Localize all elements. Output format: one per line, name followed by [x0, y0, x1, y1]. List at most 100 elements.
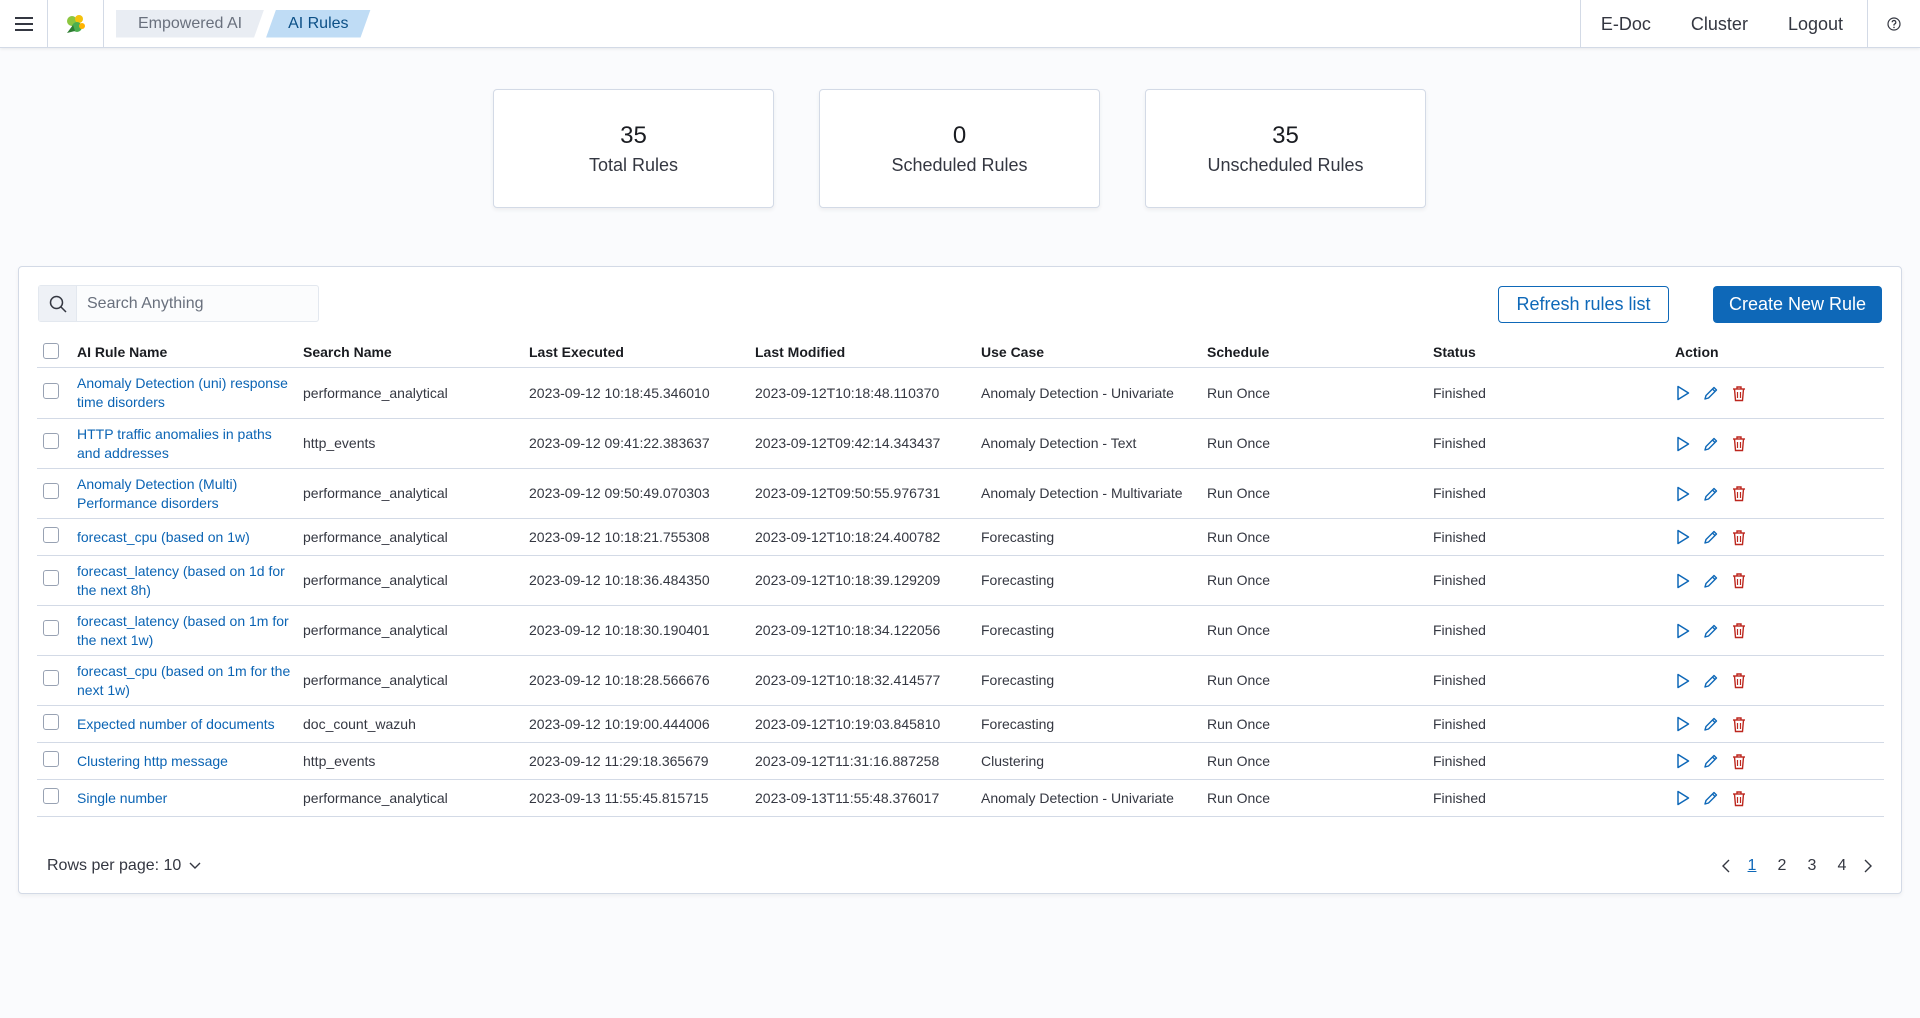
refresh-rules-button[interactable]: Refresh rules list	[1498, 286, 1669, 323]
edit-rule-button[interactable]	[1697, 788, 1725, 808]
prev-page-button[interactable]	[1715, 855, 1737, 877]
rule-name-link[interactable]: HTTP traffic anomalies in paths and addr…	[77, 425, 303, 463]
delete-rule-button[interactable]	[1725, 383, 1753, 403]
edit-rule-button[interactable]	[1697, 383, 1725, 403]
run-rule-button[interactable]	[1669, 434, 1697, 454]
column-header-search-name[interactable]: Search Name	[303, 343, 529, 362]
row-checkbox[interactable]	[43, 713, 59, 730]
page-2-button[interactable]: 2	[1767, 857, 1797, 875]
trash-icon	[1733, 385, 1745, 401]
delete-rule-button[interactable]	[1725, 434, 1753, 454]
column-header-status[interactable]: Status	[1433, 343, 1659, 362]
last-executed-cell: 2023-09-12 09:50:49.070303	[529, 485, 710, 501]
rule-name-link[interactable]: Single number	[77, 789, 303, 808]
delete-rule-button[interactable]	[1725, 621, 1753, 641]
run-rule-button[interactable]	[1669, 788, 1697, 808]
run-rule-button[interactable]	[1669, 527, 1697, 547]
rule-name-link[interactable]: Anomaly Detection (uni) response time di…	[77, 374, 303, 412]
row-checkbox[interactable]	[43, 382, 59, 399]
run-rule-button[interactable]	[1669, 751, 1697, 771]
run-rule-button[interactable]	[1669, 571, 1697, 591]
row-checkbox[interactable]	[43, 620, 59, 636]
rule-name-link[interactable]: Anomaly Detection (Multi) Performance di…	[77, 475, 303, 513]
column-header-ai-rule-name[interactable]: AI Rule Name	[77, 343, 303, 362]
column-header-schedule[interactable]: Schedule	[1207, 343, 1433, 362]
play-icon	[1677, 529, 1690, 545]
row-checkbox[interactable]	[43, 526, 59, 543]
row-checkbox[interactable]	[43, 433, 59, 449]
schedule-cell: Run Once	[1207, 435, 1271, 451]
row-checkbox[interactable]	[43, 670, 59, 686]
help-button[interactable]	[1868, 0, 1920, 48]
last-modified-cell: 2023-09-12T11:31:16.887258	[755, 752, 940, 769]
edit-rule-button[interactable]	[1697, 434, 1725, 454]
trash-icon	[1733, 790, 1745, 806]
column-header-use-case[interactable]: Use Case	[981, 343, 1207, 362]
delete-rule-button[interactable]	[1725, 751, 1753, 771]
delete-rule-button[interactable]	[1725, 571, 1753, 591]
row-checkbox[interactable]	[43, 483, 59, 499]
edit-rule-button[interactable]	[1697, 571, 1725, 591]
edit-rule-button[interactable]	[1697, 751, 1725, 771]
delete-rule-button[interactable]	[1725, 788, 1753, 808]
delete-rule-button[interactable]	[1725, 671, 1753, 691]
column-header-last-executed[interactable]: Last Executed	[529, 343, 755, 362]
nav-logout-link[interactable]: Logout	[1768, 14, 1867, 35]
page-3-button[interactable]: 3	[1797, 857, 1827, 875]
row-checkbox[interactable]	[43, 750, 59, 767]
column-header-last-modified[interactable]: Last Modified	[755, 343, 981, 362]
rule-name-link[interactable]: forecast_latency (based on 1d for the ne…	[77, 562, 303, 600]
rule-name-link[interactable]: forecast_cpu (based on 1w)	[77, 528, 303, 547]
page-4-button[interactable]: 4	[1827, 857, 1857, 875]
nav-edoc-link[interactable]: E-Doc	[1581, 14, 1671, 35]
chevron-down-icon	[189, 862, 201, 869]
next-page-button[interactable]	[1857, 855, 1879, 877]
delete-rule-button[interactable]	[1725, 714, 1753, 734]
action-cell	[1659, 484, 1884, 504]
row-checkbox-cell	[37, 713, 77, 735]
rule-name-link[interactable]: forecast_latency (based on 1m for the ne…	[77, 612, 303, 650]
hamburger-menu-button[interactable]	[0, 0, 48, 48]
table-row: forecast_latency (based on 1d for the ne…	[37, 556, 1884, 606]
create-new-rule-button[interactable]: Create New Rule	[1713, 286, 1882, 323]
search-name-cell: doc_count_wazuh	[303, 715, 416, 732]
use-case-cell: Forecasting	[981, 672, 1055, 688]
row-checkbox-cell	[37, 433, 77, 454]
rule-name-link[interactable]: Clustering http message	[77, 752, 303, 771]
edit-rule-button[interactable]	[1697, 484, 1725, 504]
run-rule-button[interactable]	[1669, 383, 1697, 403]
search-name-cell: performance_analytical	[303, 672, 448, 688]
run-rule-button[interactable]	[1669, 484, 1697, 504]
edit-rule-button[interactable]	[1697, 621, 1725, 641]
use-case-cell: Anomaly Detection - Univariate	[981, 384, 1174, 401]
run-rule-button[interactable]	[1669, 621, 1697, 641]
rule-name-link[interactable]: forecast_cpu (based on 1m for the next 1…	[77, 662, 303, 700]
delete-rule-button[interactable]	[1725, 527, 1753, 547]
action-cell	[1659, 383, 1884, 403]
select-all-checkbox[interactable]	[43, 343, 59, 359]
breadcrumb-ai-rules[interactable]: AI Rules	[266, 10, 370, 38]
search-input[interactable]	[77, 294, 307, 313]
edit-rule-button[interactable]	[1697, 527, 1725, 547]
delete-rule-button[interactable]	[1725, 484, 1753, 504]
rule-name-link[interactable]: Expected number of documents	[77, 715, 303, 734]
use-case-cell: Anomaly Detection - Univariate	[981, 789, 1174, 806]
edit-rule-button[interactable]	[1697, 671, 1725, 691]
schedule-cell: Run Once	[1207, 528, 1271, 545]
run-rule-button[interactable]	[1669, 671, 1697, 691]
last-executed-cell: 2023-09-12 10:18:36.484350	[529, 572, 710, 588]
rows-per-page-selector[interactable]: Rows per page: 10	[47, 857, 201, 875]
trash-icon	[1733, 673, 1745, 689]
row-checkbox[interactable]	[43, 570, 59, 586]
last-executed-cell: 2023-09-13 11:55:45.815715	[529, 789, 709, 806]
pencil-icon	[1704, 674, 1718, 688]
status-cell: Finished	[1433, 715, 1486, 732]
row-checkbox[interactable]	[43, 787, 59, 804]
edit-rule-button[interactable]	[1697, 714, 1725, 734]
page-1-button[interactable]: 1	[1737, 857, 1767, 875]
breadcrumb-empowered-ai[interactable]: Empowered AI	[116, 10, 264, 38]
nav-cluster-link[interactable]: Cluster	[1671, 14, 1768, 35]
row-checkbox-cell	[37, 483, 77, 504]
app-logo[interactable]	[48, 0, 104, 48]
run-rule-button[interactable]	[1669, 714, 1697, 734]
